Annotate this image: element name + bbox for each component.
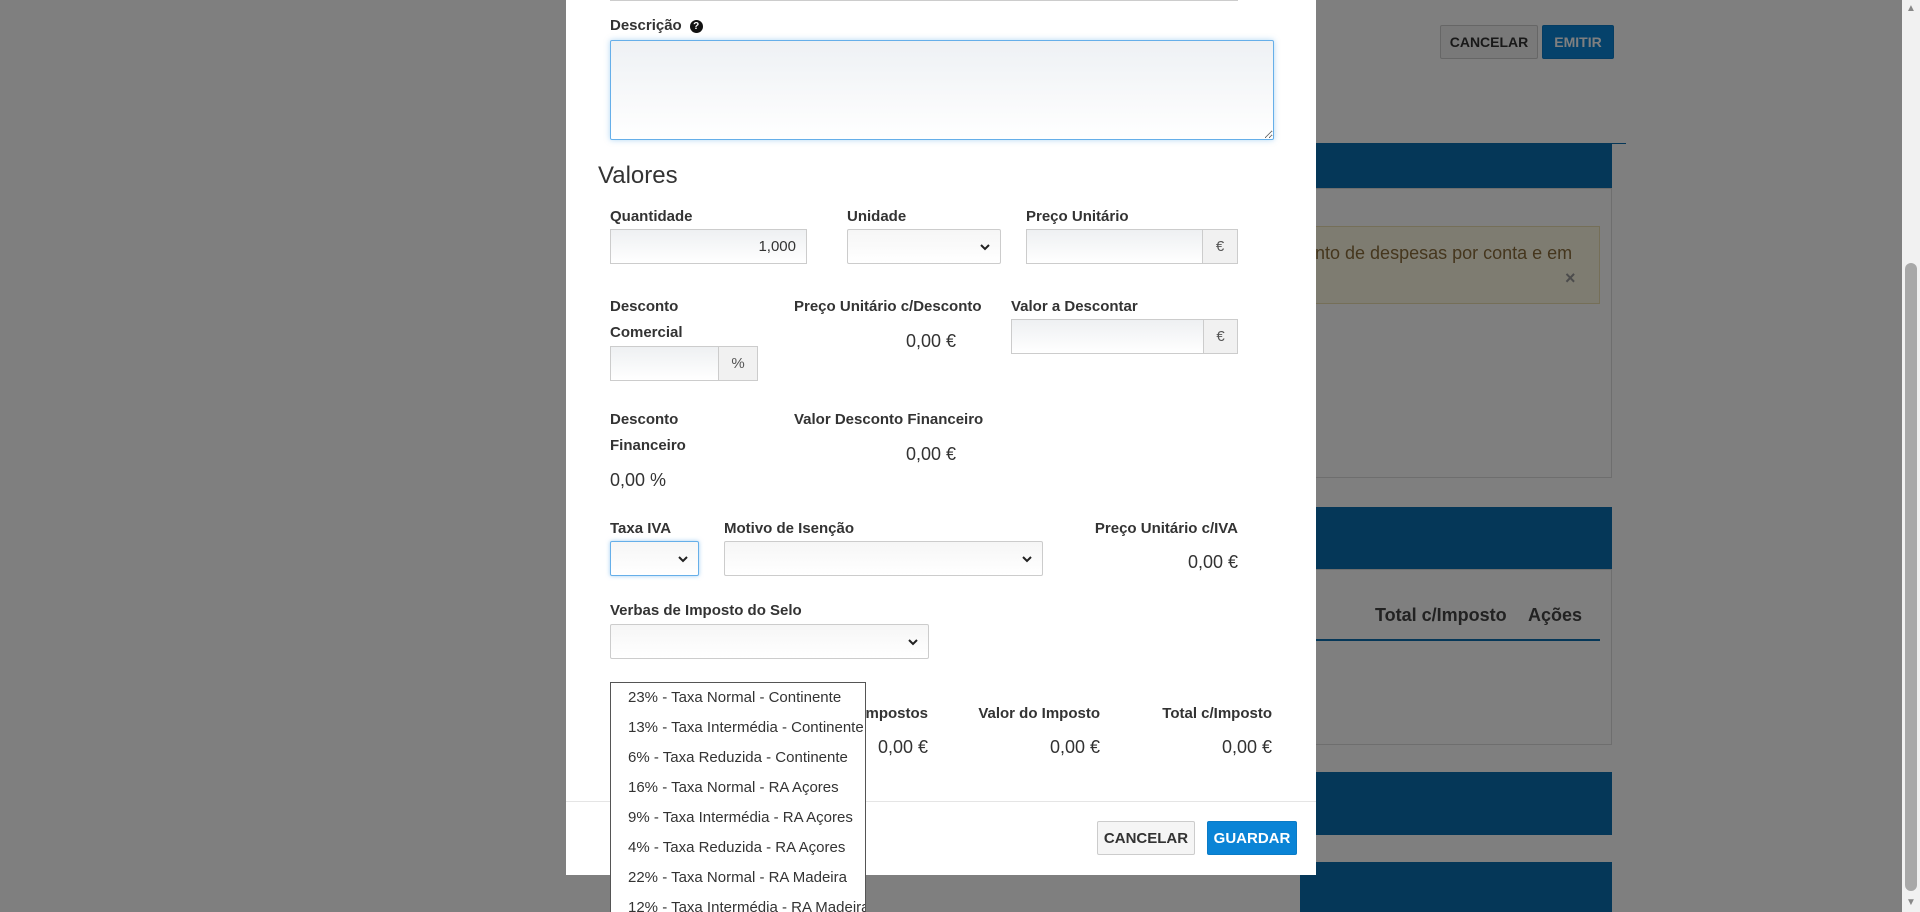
- vat-option[interactable]: 23% - Taxa Normal - Continente: [611, 683, 865, 713]
- stamp-tax-label: Verbas de Imposto do Selo: [610, 602, 802, 619]
- financial-discount-label: Desconto Financeiro: [610, 407, 686, 459]
- financial-discount-amount-value: 0,00 €: [905, 444, 956, 464]
- financial-discount-label-line: Financeiro: [610, 437, 686, 454]
- total-label: Total c/Imposto: [1162, 705, 1272, 722]
- vat-rate-select[interactable]: [610, 541, 699, 576]
- vat-option[interactable]: 9% - Taxa Intermédia - RA Açores: [611, 803, 865, 833]
- chevron-down-icon: [908, 639, 918, 646]
- currency-addon: €: [1203, 319, 1238, 354]
- vat-option[interactable]: 6% - Taxa Reduzida - Continente: [611, 743, 865, 773]
- values-section-title: Valores: [598, 162, 678, 189]
- description-textarea[interactable]: [610, 40, 1274, 140]
- scroll-down-arrow-icon[interactable]: ▼: [1904, 896, 1918, 910]
- chevron-down-icon: [1022, 556, 1032, 563]
- financial-discount-amount-label: Valor Desconto Financeiro: [794, 411, 984, 428]
- quantity-input[interactable]: 1,000: [610, 229, 807, 264]
- quantity-label: Quantidade: [610, 208, 693, 225]
- tax-amount-value: 0,00 €: [1049, 737, 1100, 757]
- save-button[interactable]: GUARDAR: [1207, 821, 1297, 855]
- financial-discount-label-line: Desconto: [610, 411, 679, 428]
- unit-label: Unidade: [847, 208, 907, 225]
- exemption-reason-select[interactable]: [724, 541, 1043, 576]
- scrollbar-thumb[interactable]: [1905, 263, 1917, 891]
- commercial-discount-label-line: Comercial: [610, 324, 683, 341]
- discount-amount-label: Valor a Descontar: [1011, 298, 1138, 315]
- price-with-vat-value: 0,00 €: [1187, 552, 1238, 572]
- chevron-down-icon: [678, 556, 688, 563]
- vat-option[interactable]: 4% - Taxa Reduzida - RA Açores: [611, 833, 865, 863]
- discounted-price-value: 0,00 €: [905, 331, 956, 351]
- modal-top-divider: [610, 0, 1238, 1]
- tax-amount-label: Valor do Imposto: [978, 705, 1100, 722]
- financial-discount-value: 0,00 %: [610, 470, 667, 490]
- commercial-discount-label-line: Desconto: [610, 298, 679, 315]
- taxes-value: 0,00 €: [877, 737, 928, 757]
- discount-amount-input[interactable]: [1011, 319, 1204, 354]
- taxes-label: mpostos: [865, 705, 928, 722]
- commercial-discount-input[interactable]: [610, 346, 719, 381]
- unit-select[interactable]: [847, 229, 1001, 264]
- scroll-up-arrow-icon[interactable]: ▲: [1904, 2, 1918, 16]
- unit-price-label: Preço Unitário: [1026, 208, 1129, 225]
- price-with-vat-label: Preço Unitário c/IVA: [1094, 520, 1238, 537]
- help-icon[interactable]: ?: [689, 20, 703, 33]
- commercial-discount-label: Desconto Comercial: [610, 294, 683, 346]
- exemption-reason-label: Motivo de Isenção: [724, 520, 855, 537]
- percent-addon: %: [718, 346, 758, 381]
- total-value: 0,00 €: [1221, 737, 1272, 757]
- vat-option[interactable]: 13% - Taxa Intermédia - Continente: [611, 713, 865, 743]
- currency-addon: €: [1202, 229, 1238, 264]
- vat-rate-dropdown-list: 23% - Taxa Normal - Continente 13% - Tax…: [610, 682, 866, 912]
- description-label-text: Descrição: [610, 17, 682, 34]
- cancel-button[interactable]: CANCELAR: [1097, 821, 1195, 855]
- vat-rate-label: Taxa IVA: [610, 520, 672, 537]
- chevron-down-icon: [980, 244, 990, 251]
- description-label: Descrição?: [610, 13, 703, 39]
- vat-option[interactable]: 16% - Taxa Normal - RA Açores: [611, 773, 865, 803]
- quantity-value: 1,000: [758, 238, 796, 255]
- stamp-tax-select[interactable]: [610, 624, 929, 659]
- vat-option[interactable]: 22% - Taxa Normal - RA Madeira: [611, 863, 865, 893]
- unit-price-input[interactable]: [1026, 229, 1203, 264]
- vat-option[interactable]: 12% - Taxa Intermédia - RA Madeira: [611, 893, 865, 912]
- discounted-price-label: Preço Unitário c/Desconto: [794, 298, 982, 315]
